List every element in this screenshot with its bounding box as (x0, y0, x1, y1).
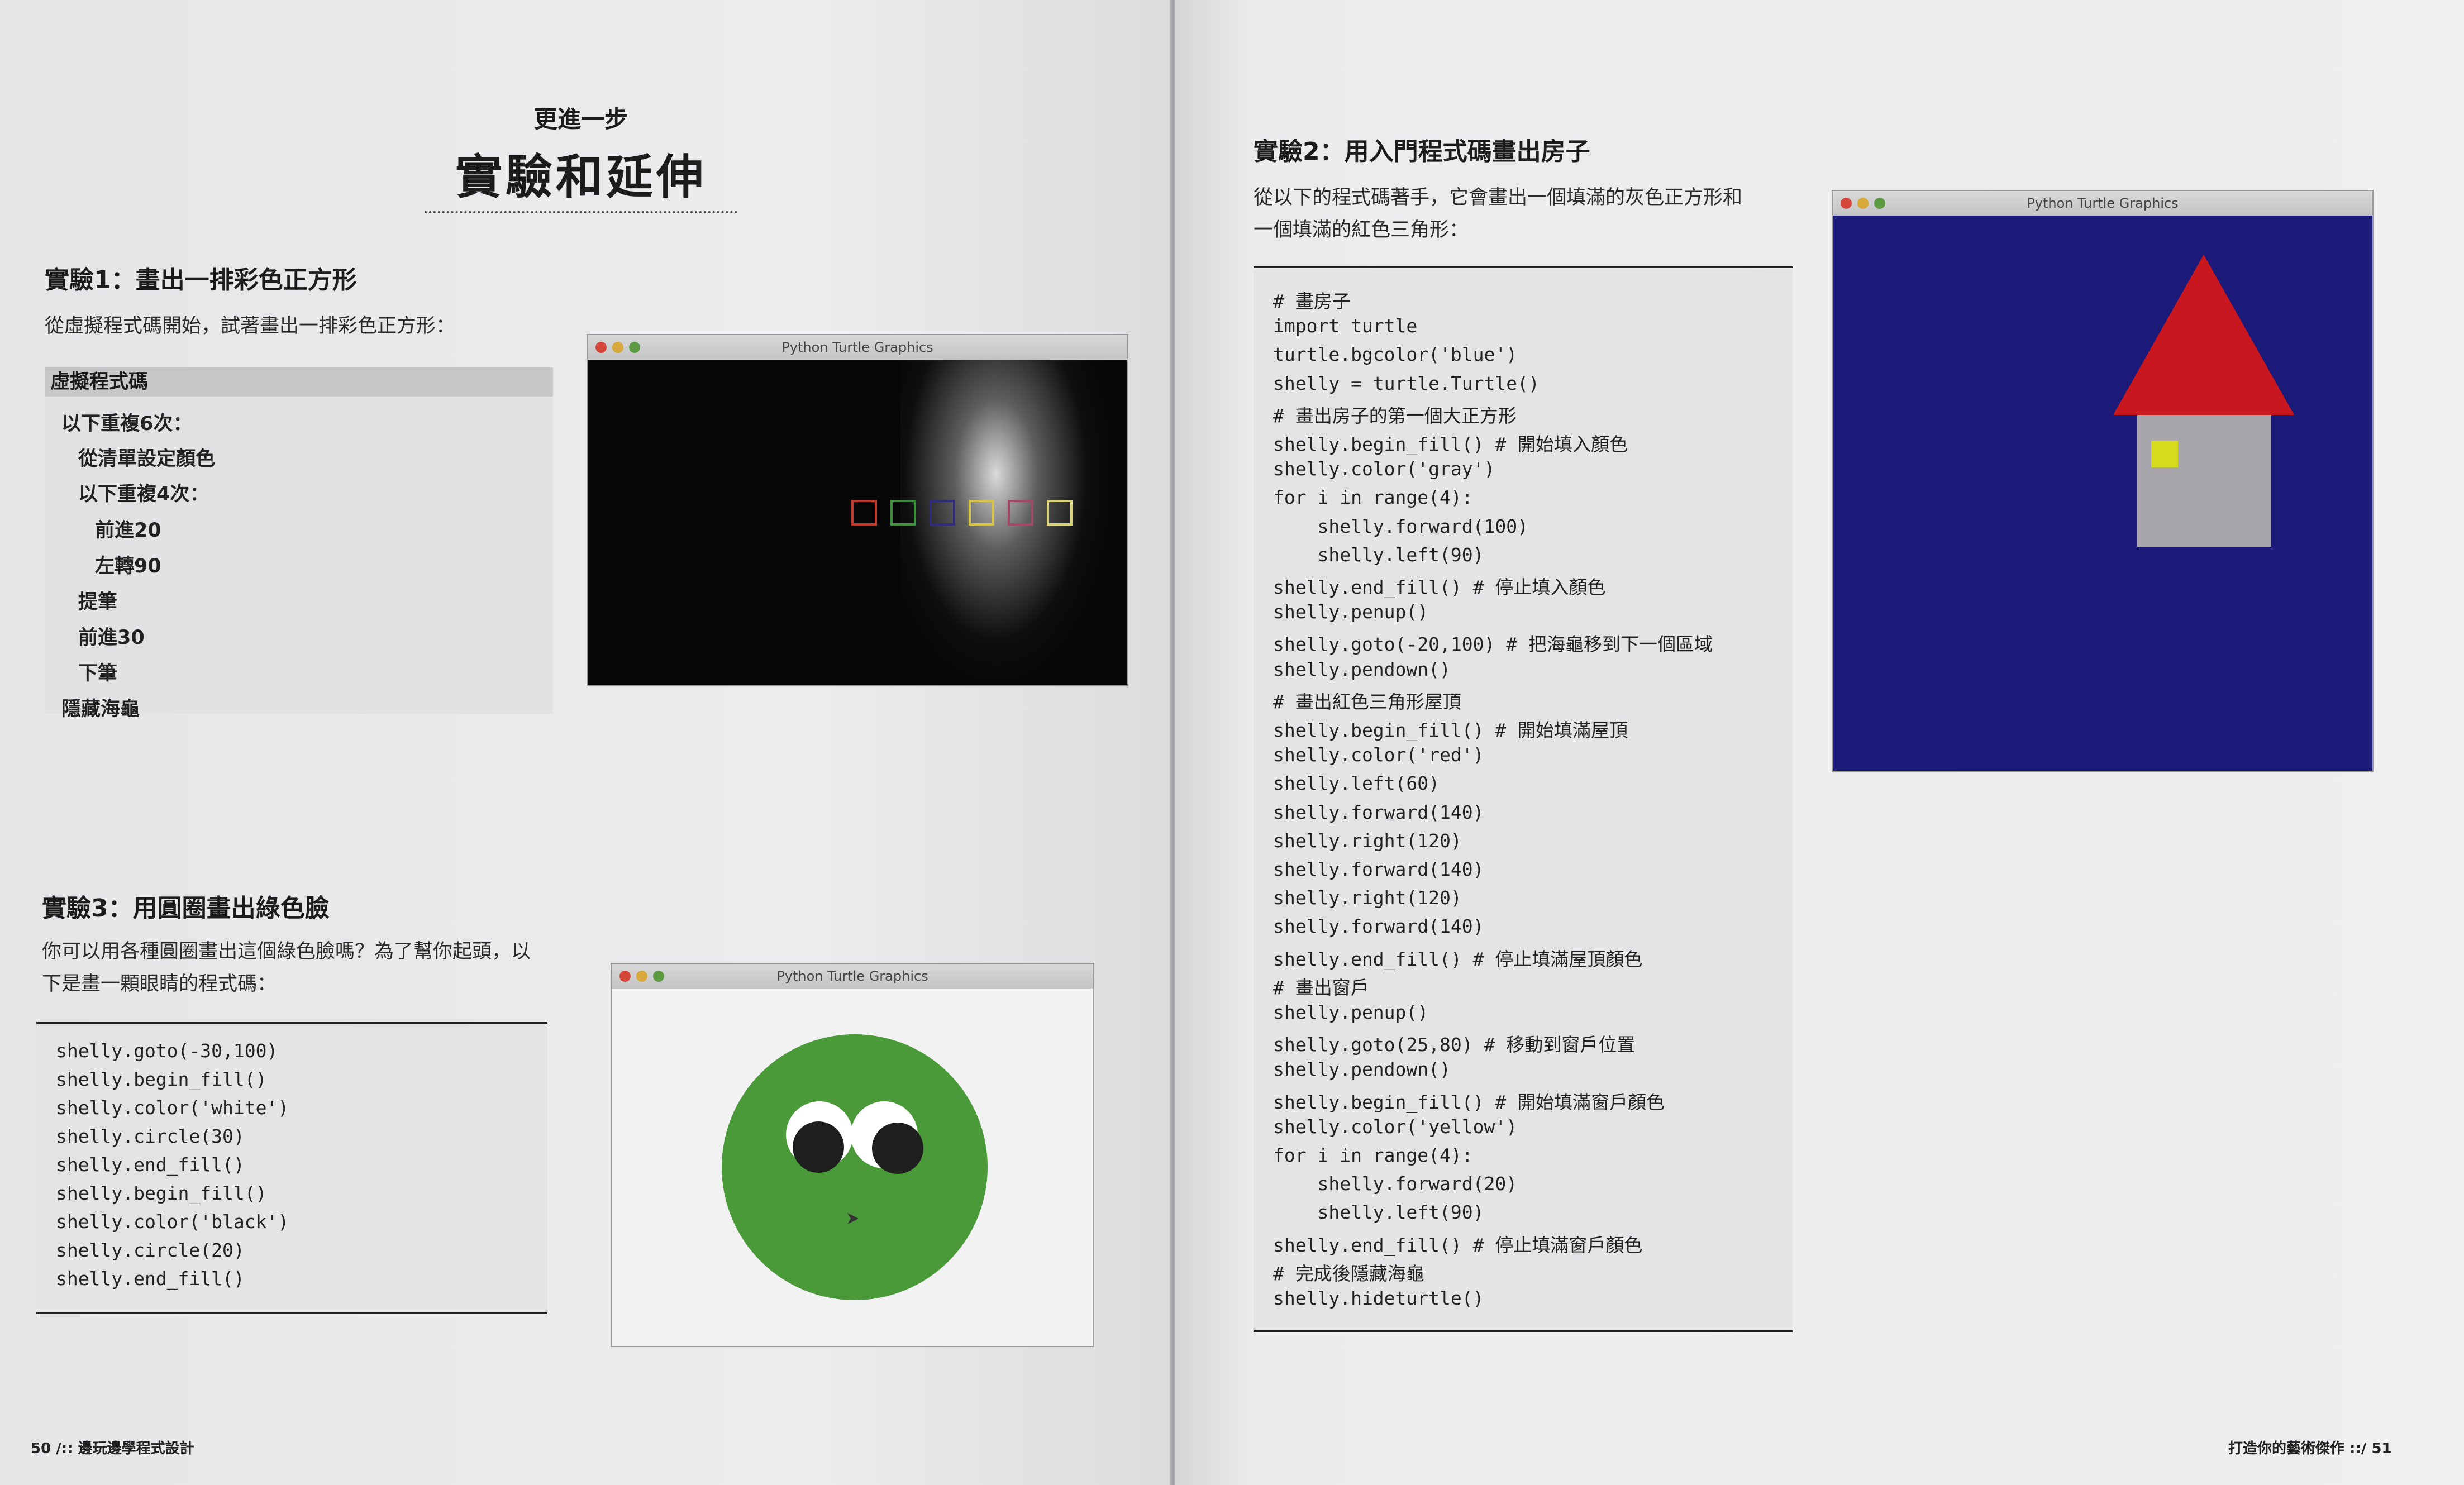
code-line: shelly.goto(25,80) # 移動到窗戶位置 (1273, 1034, 1636, 1056)
code-line: shelly.end_fill() # 停止填滿窗戶顏色 (1273, 1234, 1643, 1256)
gray-wall (2137, 415, 2271, 547)
code-line: shelly.pendown() (1273, 658, 1451, 680)
turtle-window-squares: Python Turtle Graphics (587, 334, 1128, 686)
left-pupil (793, 1121, 844, 1173)
code-line: shelly.left(60) (1273, 772, 1440, 795)
code-line: # 完成後隱藏海龜 (1273, 1262, 1424, 1285)
code-line: shelly.end_fill() (56, 1154, 245, 1176)
exp2-intro-line2: 一個填滿的紅色三角形： (1254, 219, 1469, 241)
code-line: shelly.end_fill() (56, 1268, 245, 1290)
window-title: Python Turtle Graphics (781, 340, 933, 355)
code-line: # 畫出房子的第一個大正方形 (1273, 404, 1517, 427)
code-line: shelly.color('white') (56, 1097, 289, 1119)
code-line: shelly.penup() (1273, 1001, 1429, 1023)
code-line: # 畫房子 (1273, 290, 1351, 312)
code-line: # 畫出紅色三角形屋頂 (1273, 690, 1461, 713)
left-page: 更進一步 實驗和延伸 實驗1：畫出一排彩色正方形 從虛擬程式碼開始，試著畫出一排… (0, 0, 1171, 1485)
colored-square (930, 500, 955, 526)
house-drawing (1833, 216, 2372, 771)
turtle-window-house: Python Turtle Graphics (1832, 190, 2374, 772)
code-line: shelly.goto(-20,100) # 把海龜移到下一個區域 (1273, 633, 1713, 656)
left-page-footer: 50 /:: 邊玩邊學程式設計 (31, 1440, 194, 1457)
pseudo-line: 從清單設定顏色 (78, 448, 216, 470)
code-top-rule (36, 1022, 547, 1024)
pseudo-line: 前進20 (95, 519, 161, 542)
pseudo-line: 隱藏海龜 (61, 698, 140, 720)
code-line: shelly.circle(30) (56, 1125, 245, 1147)
colored-square (890, 500, 916, 526)
code-line: shelly.color('gray') (1273, 458, 1495, 480)
pseudo-line: 提筆 (78, 591, 118, 613)
window-title: Python Turtle Graphics (776, 968, 928, 984)
pseudo-code-heading: 虛擬程式碼 (45, 367, 553, 397)
code-line: shelly = turtle.Turtle() (1273, 372, 1540, 394)
code-line: shelly.end_fill() # 停止填滿屋頂顏色 (1273, 948, 1643, 970)
code-line: shelly.forward(100) (1273, 515, 1528, 537)
section-title: 實驗和延伸 (455, 150, 707, 204)
code-bottom-rule (36, 1312, 547, 1314)
colored-square (1008, 500, 1033, 526)
pseudo-line: 以下重複4次： (78, 483, 209, 505)
code-line: shelly.right(120) (1273, 887, 1462, 909)
exp3-intro-line1: 你可以用各種圓圈畫出這個綠色臉嗎？為了幫你起頭，以 (42, 940, 531, 963)
green-face-drawing (722, 1034, 988, 1300)
code-line: shelly.left(90) (1273, 543, 1484, 566)
code-line: shelly.begin_fill() # 開始填入顏色 (1273, 433, 1628, 455)
yellow-window (2151, 441, 2178, 467)
code-line: import turtle (1273, 315, 1418, 337)
blue-background (1833, 216, 2372, 771)
code-line: shelly.left(90) (1273, 1201, 1484, 1224)
exp1-heading: 實驗1：畫出一排彩色正方形 (45, 266, 357, 294)
exp3-intro-line2: 下是畫一顆眼睛的程式碼： (42, 973, 277, 995)
turtle-window-face: Python Turtle Graphics (611, 963, 1094, 1347)
code-line: for i in range(4): (1273, 1144, 1473, 1166)
code-line: shelly.forward(140) (1273, 915, 1484, 938)
section-pre-title: 更進一步 (533, 106, 628, 133)
code-top-rule (1254, 266, 1793, 268)
exp2-code-block (1254, 269, 1793, 1330)
right-page-footer: 打造你的藝術傑作 ::/ 51 (2228, 1440, 2392, 1457)
window-title: Python Turtle Graphics (2027, 195, 2179, 211)
pseudo-line: 左轉90 (95, 555, 161, 577)
code-line: shelly.color('yellow') (1273, 1115, 1518, 1138)
code-line: shelly.goto(-30,100) (56, 1040, 278, 1062)
exp3-heading: 實驗3：用圓圈畫出綠色臉 (42, 894, 330, 923)
colored-square (1047, 500, 1073, 526)
code-line: shelly.forward(140) (1273, 858, 1484, 880)
code-line: shelly.right(120) (1273, 829, 1462, 852)
pseudo-line: 以下重複6次： (61, 413, 193, 435)
code-line: shelly.forward(20) (1273, 1173, 1518, 1195)
code-line: shelly.begin_fill() (56, 1182, 267, 1204)
right-pupil (872, 1123, 923, 1174)
right-page: 實驗2：用入門程式碼畫出房子 從以下的程式碼著手，它會畫出一個填滿的灰色正方形和… (1175, 0, 2464, 1485)
exp2-intro-line1: 從以下的程式碼著手，它會畫出一個填滿的灰色正方形和 (1254, 187, 1743, 209)
code-line: shelly.penup() (1273, 601, 1429, 623)
colored-square (851, 500, 877, 526)
code-line: shelly.hideturtle() (1273, 1287, 1484, 1309)
code-line: shelly.end_fill() # 停止填入顏色 (1273, 576, 1606, 598)
colored-square (969, 500, 994, 526)
pseudo-line: 下筆 (78, 662, 118, 685)
code-line: shelly.begin_fill() # 開始填滿屋頂 (1273, 719, 1628, 741)
code-line: for i in range(4): (1273, 486, 1473, 509)
code-line: shelly.pendown() (1273, 1058, 1451, 1081)
code-line: shelly.circle(20) (56, 1239, 245, 1261)
code-line: shelly.begin_fill() (56, 1068, 267, 1090)
code-bottom-rule (1254, 1330, 1793, 1332)
code-line: shelly.color('red') (1273, 744, 1484, 766)
face-circle (722, 1034, 988, 1300)
code-line: turtle.bgcolor('blue') (1273, 343, 1518, 366)
code-line: # 畫出窗戶 (1273, 976, 1369, 999)
code-line: shelly.color('black') (56, 1211, 289, 1233)
exp1-intro: 從虛擬程式碼開始，試著畫出一排彩色正方形： (45, 315, 456, 337)
code-line: shelly.forward(140) (1273, 801, 1484, 823)
code-line: shelly.begin_fill() # 開始填滿窗戶顏色 (1273, 1091, 1665, 1113)
exp2-heading: 實驗2：用入門程式碼畫出房子 (1254, 137, 1590, 166)
pseudo-line: 前進30 (78, 627, 145, 649)
title-divider (425, 211, 737, 213)
